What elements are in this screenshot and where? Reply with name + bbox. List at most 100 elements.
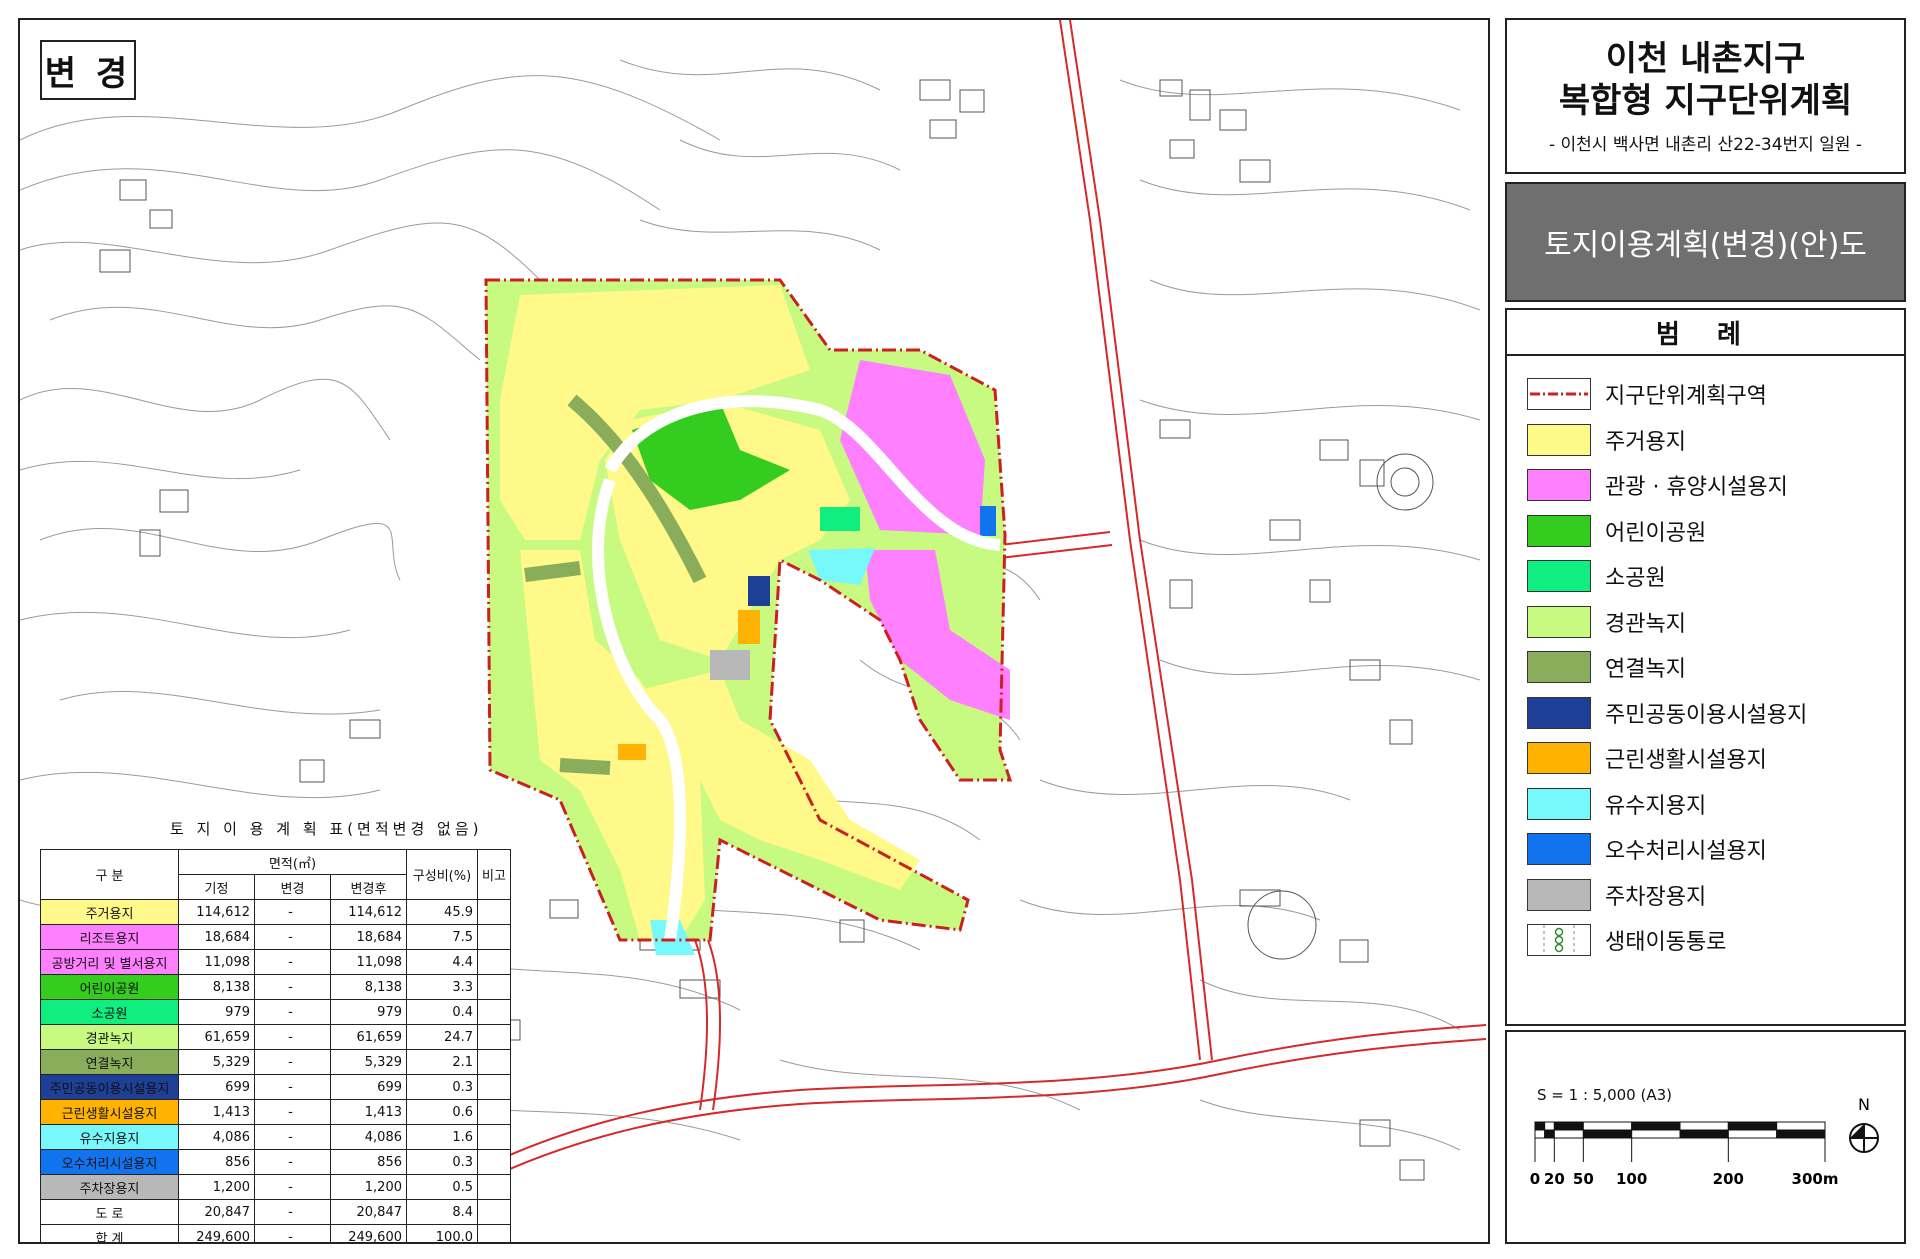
row-category: 근린생활시설용지 <box>40 1099 179 1125</box>
scale-segment-top <box>1534 1121 1546 1131</box>
table-row: 연결녹지 5,329-5,329 2.1 <box>40 1049 511 1075</box>
legend-swatch <box>1527 833 1591 865</box>
header-existing: 기정 <box>178 874 255 900</box>
legend-label: 오수처리시설용지 <box>1605 839 1767 864</box>
legend-label: 소공원 <box>1605 566 1666 591</box>
project-location: - 이천시 백사면 내촌리 산22-34번지 일원 - <box>1548 135 1863 155</box>
scale-block: S = 1 : 5,000 (A3) N 0 20 50 100 200 300m <box>1505 1030 1906 1244</box>
row-existing: 5,329 <box>178 1049 255 1075</box>
header-note: 비고 <box>477 849 511 900</box>
row-ratio: 0.3 <box>406 1149 478 1175</box>
row-after: 699 <box>330 1074 407 1100</box>
table-row: 주민공동이용시설용지 699-699 0.3 <box>40 1074 511 1100</box>
map-area[interactable]: 변 경 토 지 이 용 계 획 표(면적변경 없음) 구 분 면적(㎡) 구성비… <box>18 18 1490 1244</box>
legend-item: 어린이공원 <box>1527 514 1707 547</box>
legend-item: 유수지용지 <box>1527 787 1706 820</box>
row-ratio: 0.5 <box>406 1174 478 1200</box>
row-note <box>477 974 511 1000</box>
row-after: 249,600 <box>330 1224 407 1242</box>
table-caption: 토 지 이 용 계 획 표(면적변경 없음) <box>170 820 483 838</box>
scale-segment-bottom <box>1776 1129 1826 1139</box>
table-row: 어린이공원 8,138-8,138 3.3 <box>40 974 511 1000</box>
row-note <box>477 1124 511 1150</box>
row-category: 소공원 <box>40 999 179 1025</box>
row-ratio: 100.0 <box>406 1224 478 1242</box>
row-ratio: 2.1 <box>406 1049 478 1075</box>
row-ratio: 3.3 <box>406 974 478 1000</box>
row-category: 연결녹지 <box>40 1049 179 1075</box>
scale-segment-top <box>1553 1121 1584 1131</box>
row-existing: 114,612 <box>178 899 255 925</box>
row-note <box>477 999 511 1025</box>
revision-stamp: 변 경 <box>40 40 136 100</box>
legend-item: 주민공동이용시설용지 <box>1527 696 1807 729</box>
scale-segment-bottom <box>1582 1129 1633 1139</box>
legend-item: 주차장용지 <box>1527 878 1706 911</box>
legend-item: 소공원 <box>1527 560 1666 592</box>
row-existing: 1,200 <box>178 1174 255 1200</box>
table-row: 오수처리시설용지 856-856 0.3 <box>40 1149 511 1175</box>
row-change: - <box>254 1074 331 1100</box>
scale-segment-bottom <box>1553 1129 1584 1139</box>
legend-swatch <box>1527 605 1591 638</box>
legend-item: 관광 · 휴양시설용지 <box>1527 469 1788 501</box>
legend: 범 례 지구단위계획구역 주거용지 관광 · 휴양시설용지 어린이공원 소공원 경관녹지 연… <box>1505 308 1906 1026</box>
table-row: 도 로 20,847-20,847 8.4 <box>40 1199 511 1225</box>
legend-swatch <box>1527 514 1591 547</box>
row-change: - <box>254 899 331 925</box>
row-ratio: 0.3 <box>406 1074 478 1100</box>
row-note <box>477 1224 511 1242</box>
row-change: - <box>254 1199 331 1225</box>
scale-segment-top <box>1631 1121 1681 1131</box>
row-category: 합 계 <box>40 1224 179 1242</box>
row-existing: 699 <box>178 1074 255 1100</box>
row-existing: 20,847 <box>178 1199 255 1225</box>
legend-swatch <box>1527 878 1591 911</box>
legend-label: 어린이공원 <box>1605 520 1707 546</box>
connecting-greenway-3 <box>559 758 611 775</box>
legend-item: 주거용지 <box>1527 423 1686 456</box>
project-title-line2: 복합형 지구단위계획 <box>1558 81 1853 121</box>
parking-lot <box>710 650 750 680</box>
legend-item: 근린생활시설용지 <box>1527 742 1767 774</box>
row-note <box>477 1174 511 1200</box>
row-after: 18,684 <box>330 924 407 950</box>
scale-segment-bottom <box>1534 1129 1546 1139</box>
row-change: - <box>254 1124 331 1150</box>
legend-swatch <box>1527 742 1591 774</box>
scale-segment-bottom <box>1727 1129 1778 1139</box>
row-after: 20,847 <box>330 1199 407 1225</box>
legend-title: 범 례 <box>1507 310 1904 356</box>
legend-swatch <box>1527 924 1591 956</box>
scale-tick-label: 20 <box>1544 1170 1565 1188</box>
table-row: 리조트용지 18,684-18,684 7.5 <box>40 924 511 950</box>
scale-segment-top <box>1776 1121 1826 1131</box>
row-change: - <box>254 924 331 950</box>
neighborhood-commercial-2 <box>618 744 646 760</box>
table-row: 경관녹지 61,659-61,659 24.7 <box>40 1024 511 1050</box>
row-ratio: 7.5 <box>406 924 478 950</box>
row-existing: 8,138 <box>178 974 255 1000</box>
legend-label: 관광 · 휴양시설용지 <box>1605 475 1788 500</box>
row-category: 리조트용지 <box>40 924 179 950</box>
connecting-greenway-2 <box>524 561 581 582</box>
sewage-plant <box>980 506 996 536</box>
row-category: 주거용지 <box>40 899 179 925</box>
scale-segment-bottom <box>1544 1129 1555 1139</box>
header-after: 변경후 <box>330 874 407 900</box>
row-after: 1,413 <box>330 1099 407 1125</box>
row-category: 주민공동이용시설용지 <box>40 1074 179 1100</box>
scale-segment-top <box>1679 1121 1729 1131</box>
scale-bar <box>1534 1121 1826 1139</box>
legend-label: 연결녹지 <box>1605 657 1686 682</box>
small-park <box>820 507 860 531</box>
plan-name-banner: 토지이용계획(변경)(안)도 <box>1505 182 1906 302</box>
row-category: 공방거리 및 별서용지 <box>40 949 179 975</box>
row-ratio: 45.9 <box>406 899 478 925</box>
table-row: 공방거리 및 별서용지 11,098-11,098 4.4 <box>40 949 511 975</box>
row-existing: 249,600 <box>178 1224 255 1242</box>
row-ratio: 0.6 <box>406 1099 478 1125</box>
row-change: - <box>254 1149 331 1175</box>
scale-tick-label: 300m <box>1792 1170 1839 1188</box>
row-ratio: 24.7 <box>406 1024 478 1050</box>
